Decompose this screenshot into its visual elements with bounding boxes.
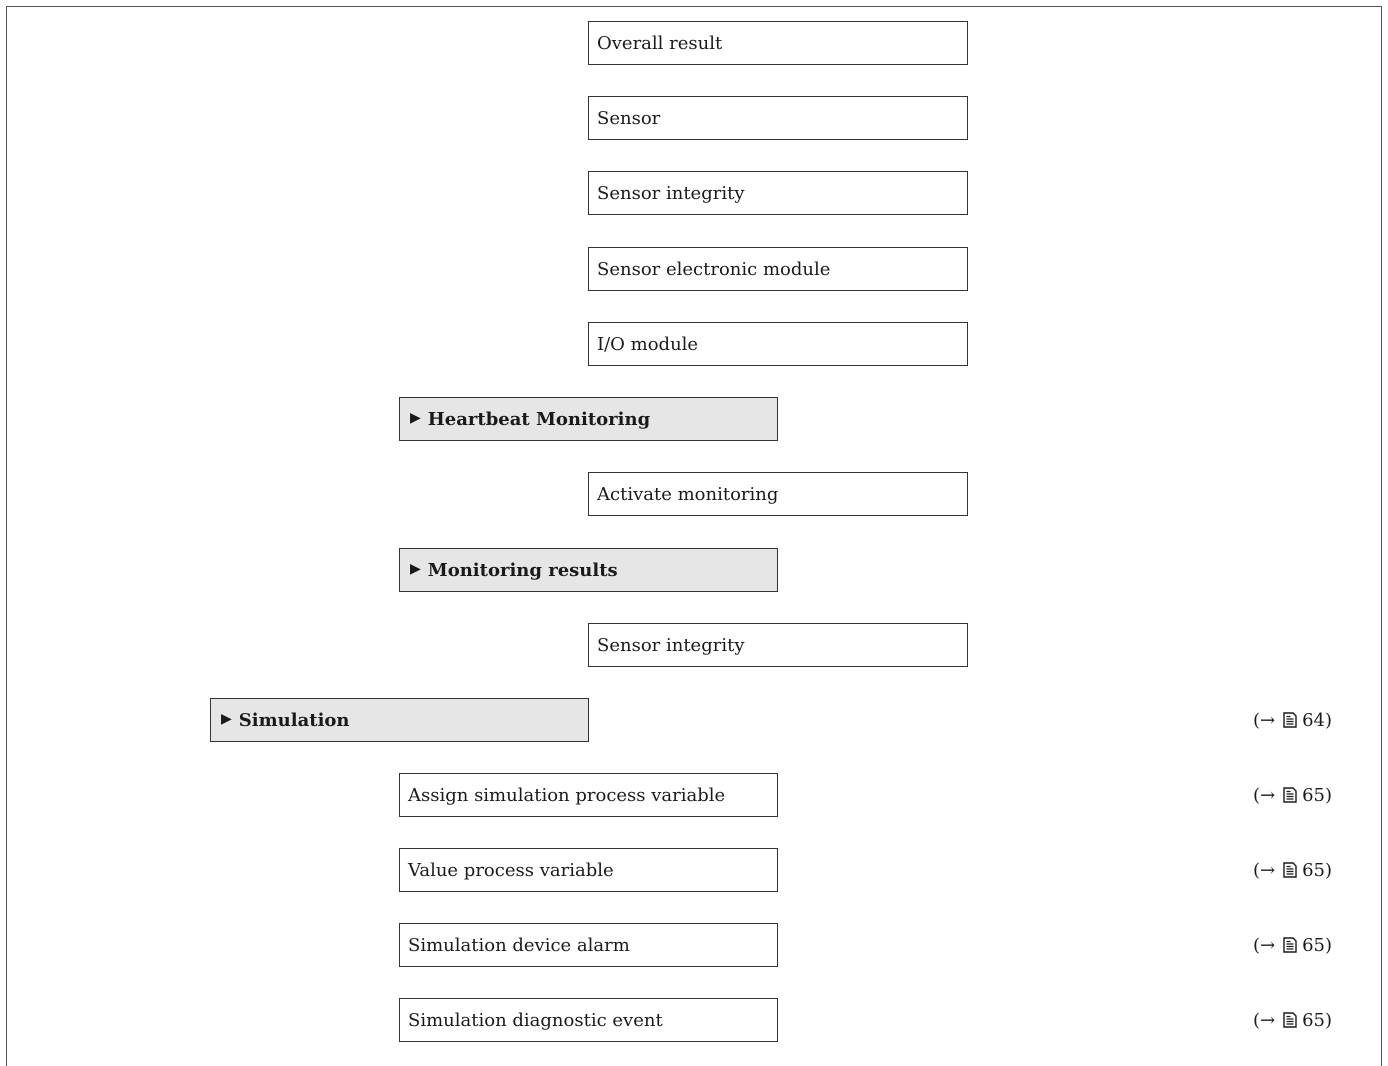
param-sensor-electronic-module: Sensor electronic module xyxy=(588,247,968,291)
param-label: Sensor xyxy=(597,107,661,129)
param-sensor: Sensor xyxy=(588,96,968,140)
param-label: Sensor integrity xyxy=(597,182,745,204)
param-label: Assign simulation process variable xyxy=(408,784,726,806)
param-io-module: I/O module xyxy=(588,322,968,366)
page-ref-simulation-device-alarm: (→ 65) xyxy=(1252,934,1332,956)
param-sensor-integrity: Sensor integrity xyxy=(588,171,968,215)
triangle-right-icon: ▶ xyxy=(221,711,232,727)
param-label: I/O module xyxy=(597,333,699,355)
page-frame xyxy=(6,6,1382,1066)
param-assign-simulation-process-variable: Assign simulation process variable xyxy=(399,773,778,817)
param-label: Value process variable xyxy=(408,859,614,881)
submenu-label: Simulation xyxy=(238,709,350,731)
page-ref-simulation: (→ 64) xyxy=(1252,709,1332,731)
param-label: Sensor electronic module xyxy=(597,258,831,280)
param-overall-result: Overall result xyxy=(588,21,968,65)
triangle-right-icon: ▶ xyxy=(410,410,421,426)
page-ref-value-process-variable: (→ 65) xyxy=(1252,859,1332,881)
document-icon xyxy=(1283,787,1297,803)
param-simulation-diagnostic-event: Simulation diagnostic event xyxy=(399,998,778,1042)
page-ref-assign-simulation: (→ 65) xyxy=(1252,784,1332,806)
submenu-heartbeat-monitoring: ▶ Heartbeat Monitoring xyxy=(399,397,778,441)
submenu-label: Heartbeat Monitoring xyxy=(427,408,651,430)
document-icon xyxy=(1283,862,1297,878)
param-value-process-variable: Value process variable xyxy=(399,848,778,892)
param-label: Activate monitoring xyxy=(597,483,779,505)
param-label: Sensor integrity xyxy=(597,634,745,656)
submenu-monitoring-results: ▶ Monitoring results xyxy=(399,548,778,592)
document-icon xyxy=(1283,937,1297,953)
param-sensor-integrity-monitoring: Sensor integrity xyxy=(588,623,968,667)
document-icon xyxy=(1283,712,1297,728)
page-ref-simulation-diagnostic-event: (→ 65) xyxy=(1252,1009,1332,1031)
param-label: Simulation device alarm xyxy=(408,934,630,956)
submenu-simulation: ▶ Simulation xyxy=(210,698,589,742)
submenu-label: Monitoring results xyxy=(427,559,618,581)
param-simulation-device-alarm: Simulation device alarm xyxy=(399,923,778,967)
param-label: Overall result xyxy=(597,32,723,54)
document-icon xyxy=(1283,1012,1297,1028)
triangle-right-icon: ▶ xyxy=(410,561,421,577)
param-activate-monitoring: Activate monitoring xyxy=(588,472,968,516)
param-label: Simulation diagnostic event xyxy=(408,1009,663,1031)
